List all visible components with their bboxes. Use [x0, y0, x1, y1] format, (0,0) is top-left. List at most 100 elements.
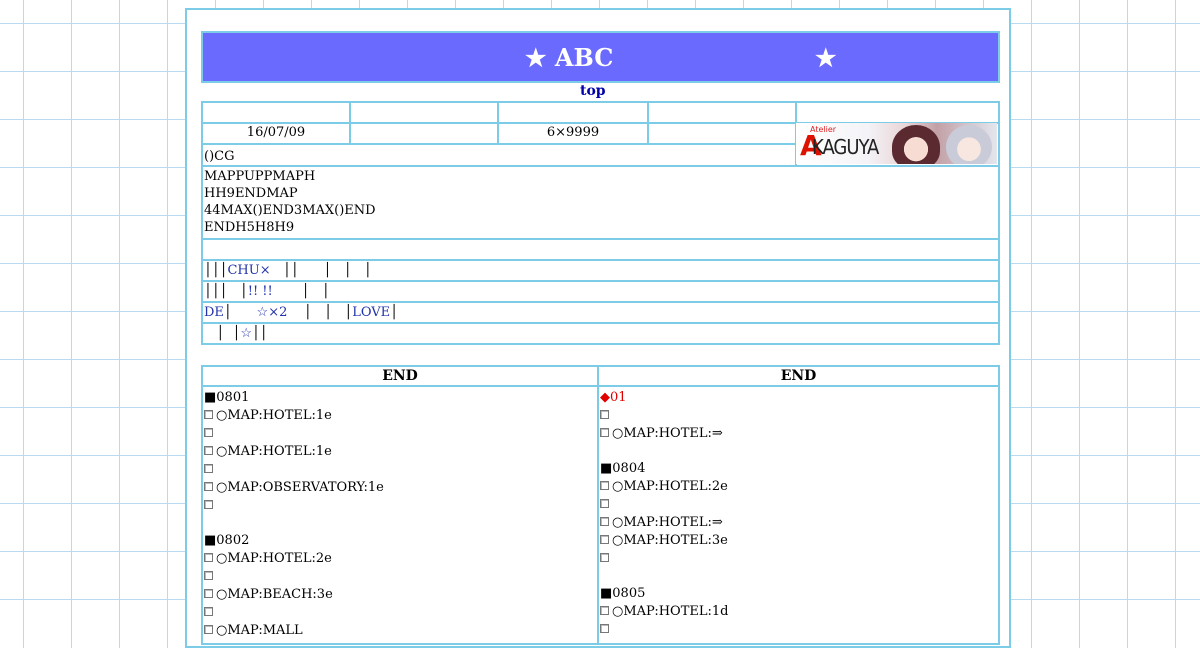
spacer-row: [201, 238, 1000, 261]
title-star: ★: [815, 43, 837, 72]
size-value: 6×9999: [546, 125, 600, 140]
nav-link-de[interactable]: DE: [204, 305, 224, 320]
checklist-item-label: ○MAP:BEACH:3e: [216, 587, 333, 602]
checklist-item: ○MAP:HOTEL:1e: [204, 407, 332, 424]
info-cell-empty: [349, 101, 499, 124]
checkbox[interactable]: [204, 589, 213, 598]
top-link[interactable]: top: [580, 83, 606, 99]
nav-row: │││ │!! !! │ │: [201, 280, 1000, 303]
checkbox[interactable]: [204, 571, 213, 580]
section-heading: ◆01: [600, 390, 627, 405]
checkbox[interactable]: [204, 428, 213, 437]
description-line: ENDH5H8H9: [204, 220, 295, 235]
info-cell-size: 6×9999: [497, 122, 649, 145]
nav-link-love[interactable]: LOVE: [352, 305, 390, 320]
checklist-item: ○MAP:HOTEL:1e: [204, 443, 332, 460]
checklist-item: ○MAP:OBSERVATORY:1e: [204, 479, 384, 496]
checkbox[interactable]: [204, 464, 213, 473]
checklist-item-label: ○MAP:HOTEL:1d: [612, 604, 729, 619]
checkbox[interactable]: [600, 517, 609, 526]
checklist-item: [204, 461, 216, 478]
banner-character-image: [892, 125, 940, 164]
checkbox[interactable]: [204, 482, 213, 491]
right-column-header: END: [597, 365, 1000, 387]
nav-row: │││CHU× ││ │ │ │: [201, 259, 1000, 282]
info-cell-empty: [647, 122, 797, 145]
checklist-item-label: ○MAP:MALL: [216, 623, 303, 638]
nav-separator: │: [390, 305, 398, 320]
checkbox[interactable]: [600, 499, 609, 508]
checklist-item-label: ○MAP:HOTEL:2e: [216, 551, 332, 566]
checkbox[interactable]: [600, 481, 609, 490]
checkbox[interactable]: [600, 535, 609, 544]
info-cell-empty: [647, 101, 797, 124]
checklist-item: ○MAP:HOTEL:2e: [204, 550, 332, 567]
description-line: MAPPUPPMAPH: [204, 169, 316, 184]
checkbox[interactable]: [204, 410, 213, 419]
description-line: 44MAX()END3MAX()END: [204, 203, 376, 218]
info-cell-empty: [795, 101, 1000, 124]
section-heading: ■0804: [600, 461, 646, 476]
checkbox[interactable]: [204, 446, 213, 455]
nav-separator: │ │: [272, 284, 330, 299]
nav-link-chu[interactable]: CHU×: [227, 263, 270, 278]
checklist-item: ○MAP:MALL: [204, 622, 303, 639]
left-column: ■0801 ○MAP:HOTEL:1e ○MAP:HOTEL:1e ○MAP:OBSE…: [201, 385, 599, 645]
checkbox[interactable]: [204, 500, 213, 509]
nav-link-star[interactable]: ☆: [240, 326, 252, 341]
nav-link-star-x2[interactable]: ☆×2: [257, 305, 288, 320]
nav-row: DE│ ☆×2 │ │ │LOVE│: [201, 301, 1000, 324]
checklist-item-label: ○MAP:HOTEL:2e: [612, 479, 728, 494]
nav-separator: │: [223, 305, 257, 320]
info-cell-empty: [497, 101, 649, 124]
nav-separator: │││ │: [204, 284, 248, 299]
checkbox[interactable]: [600, 624, 609, 633]
checklist-item-label: ○MAP:HOTEL:1e: [216, 408, 332, 423]
checklist-item-label: ○MAP:OBSERVATORY:1e: [216, 480, 384, 495]
checkbox[interactable]: [600, 410, 609, 419]
section-heading: ■0801: [204, 390, 250, 405]
description-box: MAPPUPPMAPH HH9ENDMAP 44MAX()END3MAX()EN…: [201, 165, 1000, 240]
nav-link-exclaim[interactable]: !! !!: [248, 284, 273, 299]
kaguya-banner[interactable]: Atelier A KAGUYA: [796, 123, 997, 164]
checklist-item: ○MAP:HOTEL:3e: [600, 532, 728, 549]
checkbox[interactable]: [600, 606, 609, 615]
checklist-item: ○MAP:HOTEL:⇒: [600, 514, 723, 531]
checklist-item: [600, 407, 612, 424]
section-heading: ■0802: [204, 533, 250, 548]
checkbox[interactable]: [600, 428, 609, 437]
nav-separator: ││: [251, 326, 268, 341]
banner-character-image: [946, 125, 992, 164]
banner-logo-text: KAGUYA: [812, 135, 879, 159]
checklist-item: ○MAP:BEACH:3e: [204, 586, 333, 603]
left-column-header: END: [201, 365, 599, 387]
nav-separator: │ │: [204, 326, 241, 341]
release-date: 16/07/09: [246, 125, 306, 140]
checkbox[interactable]: [600, 553, 609, 562]
section-heading: ■0805: [600, 586, 646, 601]
checklist-item: [600, 496, 612, 513]
checklist-item: [204, 497, 216, 514]
checklist-item: [600, 550, 612, 567]
checkbox[interactable]: [204, 607, 213, 616]
right-column: ◆01 ○MAP:HOTEL:⇒ ■0804 ○MAP:HOTEL:2e ○MAP:HO…: [597, 385, 1000, 645]
title-bar: ★ ABC ★: [201, 31, 1000, 83]
checklist-item: ○MAP:HOTEL:⇒: [600, 425, 723, 442]
info-cell-empty: [201, 101, 351, 124]
nav-separator: ││ │ │ │: [270, 263, 372, 278]
info-cell-empty: [349, 122, 499, 145]
checklist-item-label: ○MAP:HOTEL:⇒: [612, 515, 723, 530]
nav-row: │ │☆││: [201, 322, 1000, 345]
checklist-item: [204, 568, 216, 585]
checklist-item: ○MAP:HOTEL:2e: [600, 478, 728, 495]
checklist-item: [204, 425, 216, 442]
page-title: ★ ABC: [525, 43, 614, 72]
checklist-item: [204, 604, 216, 621]
description-line: HH9ENDMAP: [204, 186, 298, 201]
nav-separator: │││: [204, 263, 228, 278]
checklist-item: ○MAP:HOTEL:1d: [600, 603, 728, 620]
nav-separator: │ │ │: [287, 305, 353, 320]
checklist-item-label: ○MAP:HOTEL:⇒: [612, 426, 723, 441]
cg-label-cell: ()CG: [201, 143, 797, 167]
checkbox[interactable]: [204, 553, 213, 562]
